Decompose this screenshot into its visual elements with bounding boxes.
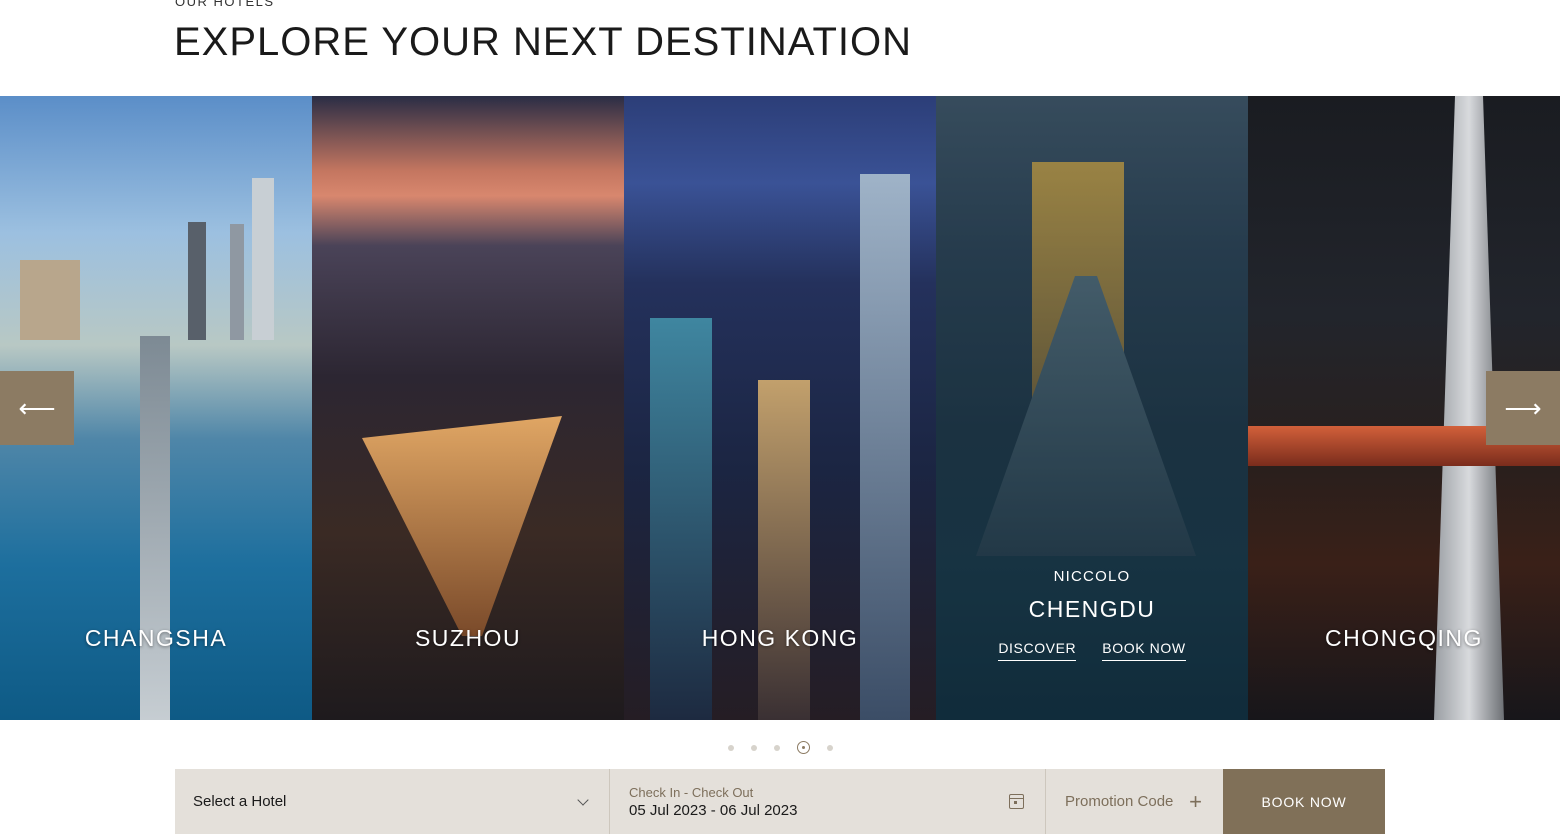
bridge-shape xyxy=(140,336,170,720)
pagination-dot[interactable] xyxy=(727,744,734,751)
date-range-label: Check In - Check Out xyxy=(629,784,754,800)
hotel-select[interactable]: Select a Hotel xyxy=(175,769,610,834)
tower-shape xyxy=(758,380,810,720)
skyline-shape xyxy=(252,178,274,340)
section-headline: EXPLORE YOUR NEXT DESTINATION xyxy=(174,20,913,64)
destination-city: CHENGDU xyxy=(1028,596,1156,622)
hotel-select-value: Select a Hotel xyxy=(193,793,287,810)
pagination-dot[interactable] xyxy=(826,744,833,751)
card-links: DISCOVER BOOK NOW xyxy=(936,640,1248,661)
card-book-now-link[interactable]: BOOK NOW xyxy=(1102,640,1186,661)
booking-bar: Select a Hotel Check In - Check Out 05 J… xyxy=(175,769,1385,834)
building-shape xyxy=(362,416,562,636)
destination-carousel: CHANGSHA SUZHOU HONG KONG NICCOLO CHENGD… xyxy=(0,96,1560,720)
destination-city: CHONGQING xyxy=(1325,625,1483,651)
promo-code-field[interactable]: Promotion Code + xyxy=(1046,769,1223,834)
carousel-prev-button[interactable]: ⟵ xyxy=(0,371,74,445)
skyline-shape xyxy=(230,224,244,340)
promo-code-placeholder: Promotion Code xyxy=(1065,793,1174,810)
skyline-shape xyxy=(188,222,206,340)
destination-card-hong-kong[interactable]: HONG KONG xyxy=(624,96,936,720)
pagination-dot[interactable] xyxy=(750,744,757,751)
card-overlay xyxy=(936,96,1248,720)
destination-city: CHANGSHA xyxy=(84,625,228,651)
discover-link[interactable]: DISCOVER xyxy=(998,640,1077,661)
pagination-dot[interactable] xyxy=(773,744,780,751)
destination-city: HONG KONG xyxy=(701,625,859,651)
arrow-right-icon: ⟶ xyxy=(1504,392,1542,423)
hotel-brand: NICCOLO xyxy=(1053,568,1131,585)
chevron-down-icon xyxy=(577,793,589,806)
tower-shape xyxy=(650,318,712,720)
destination-card-suzhou[interactable]: SUZHOU xyxy=(312,96,624,720)
date-range-value: 05 Jul 2023 - 06 Jul 2023 xyxy=(629,801,798,819)
plus-icon: + xyxy=(1189,788,1202,814)
carousel-pagination xyxy=(0,741,1560,754)
pagination-dot-active[interactable] xyxy=(796,741,810,754)
date-range-picker[interactable]: Check In - Check Out 05 Jul 2023 - 06 Ju… xyxy=(610,769,1046,834)
book-now-button[interactable]: BOOK NOW xyxy=(1223,769,1385,834)
destination-card-chengdu[interactable]: NICCOLO CHENGDU DISCOVER BOOK NOW xyxy=(936,96,1248,720)
carousel-next-button[interactable]: ⟶ xyxy=(1486,371,1560,445)
destination-city: SUZHOU xyxy=(414,625,522,651)
skyline-shape xyxy=(20,260,80,340)
calendar-icon xyxy=(1009,794,1024,809)
section-eyebrow: OUR HOTELS xyxy=(175,0,275,9)
arrow-left-icon: ⟵ xyxy=(18,392,56,423)
